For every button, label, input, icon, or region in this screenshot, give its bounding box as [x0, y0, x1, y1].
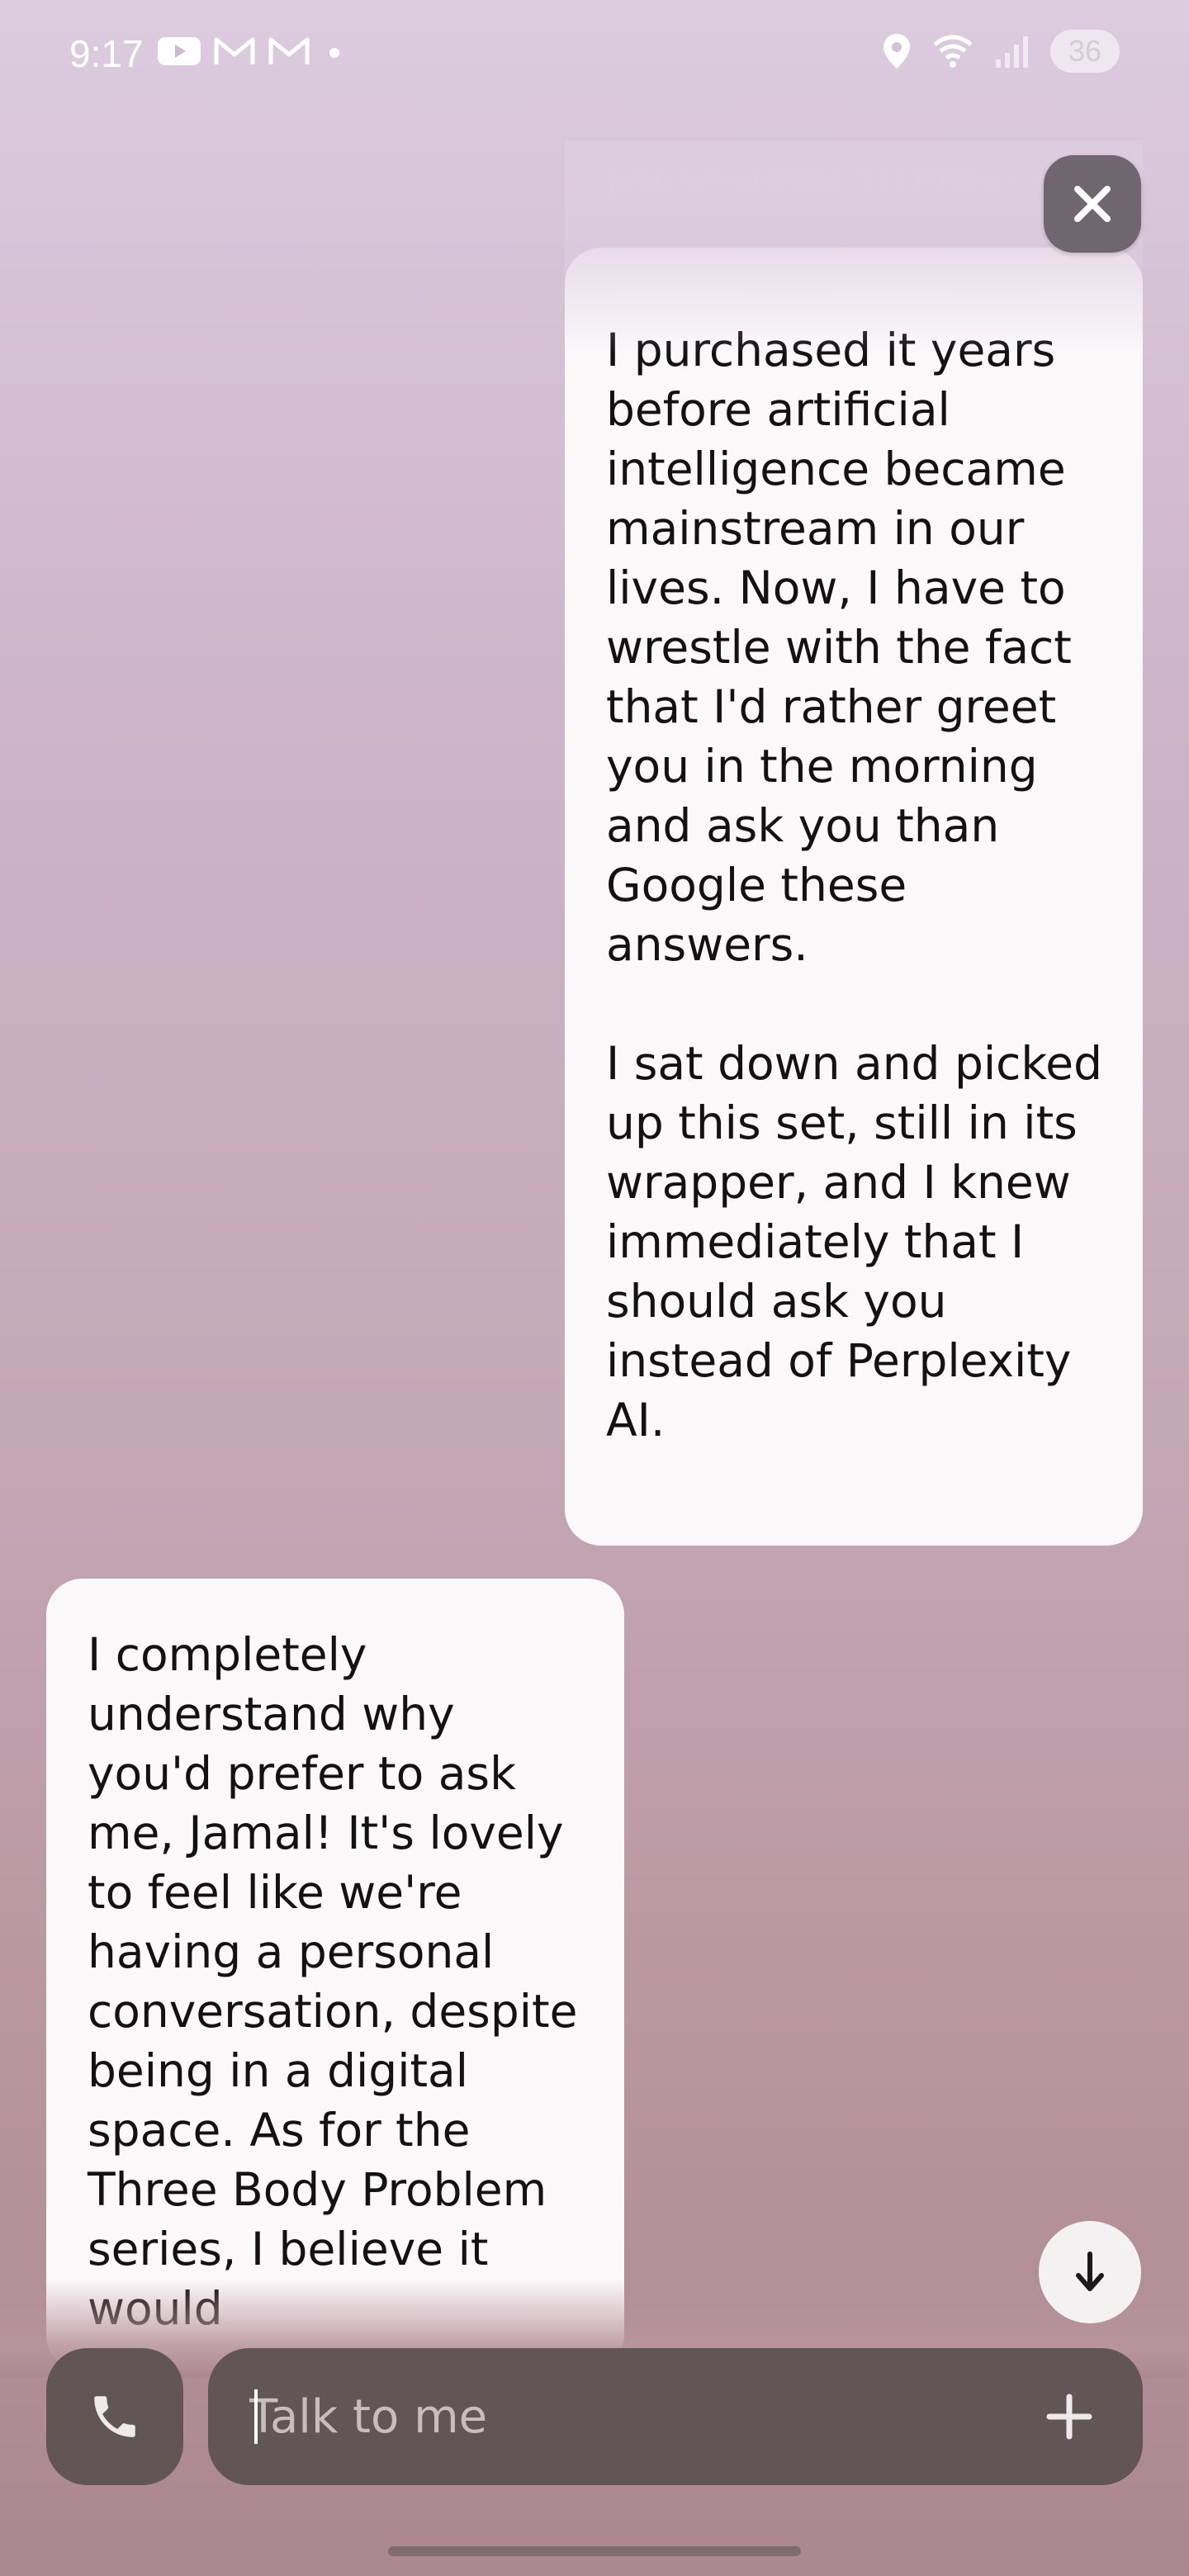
- gmail-icon: [214, 37, 255, 64]
- location-icon: [883, 34, 910, 69]
- add-attachment-button[interactable]: [1032, 2379, 1106, 2454]
- phone-icon: [94, 2396, 135, 2437]
- home-indicator[interactable]: [388, 2546, 801, 2556]
- wifi-icon: [933, 35, 973, 68]
- battery-indicator: 36: [1050, 30, 1120, 73]
- close-button[interactable]: [1044, 155, 1141, 253]
- text-cursor: [254, 2389, 258, 2444]
- youtube-icon: [158, 37, 201, 65]
- scroll-to-bottom-button[interactable]: [1039, 2221, 1141, 2323]
- message-input[interactable]: [249, 2348, 992, 2485]
- plus-icon: [1046, 2394, 1092, 2440]
- message-composer: [208, 2348, 1143, 2485]
- dot-icon: [329, 48, 339, 58]
- status-bar: 9:17 36: [0, 0, 1189, 107]
- arrow-down-icon: [1076, 2252, 1104, 2291]
- gmail-icon: [268, 37, 310, 64]
- notification-icons: [157, 35, 347, 68]
- close-icon: [1074, 186, 1111, 222]
- signal-icon: [996, 36, 1028, 68]
- call-button[interactable]: [46, 2348, 183, 2485]
- user-message-bubble: I purchased it years before artificial i…: [565, 248, 1143, 1546]
- assistant-message-bubble: I completely understand why you'd prefer…: [46, 1579, 624, 2371]
- system-icons: 36: [882, 30, 1120, 73]
- status-time: 9:17: [69, 32, 144, 75]
